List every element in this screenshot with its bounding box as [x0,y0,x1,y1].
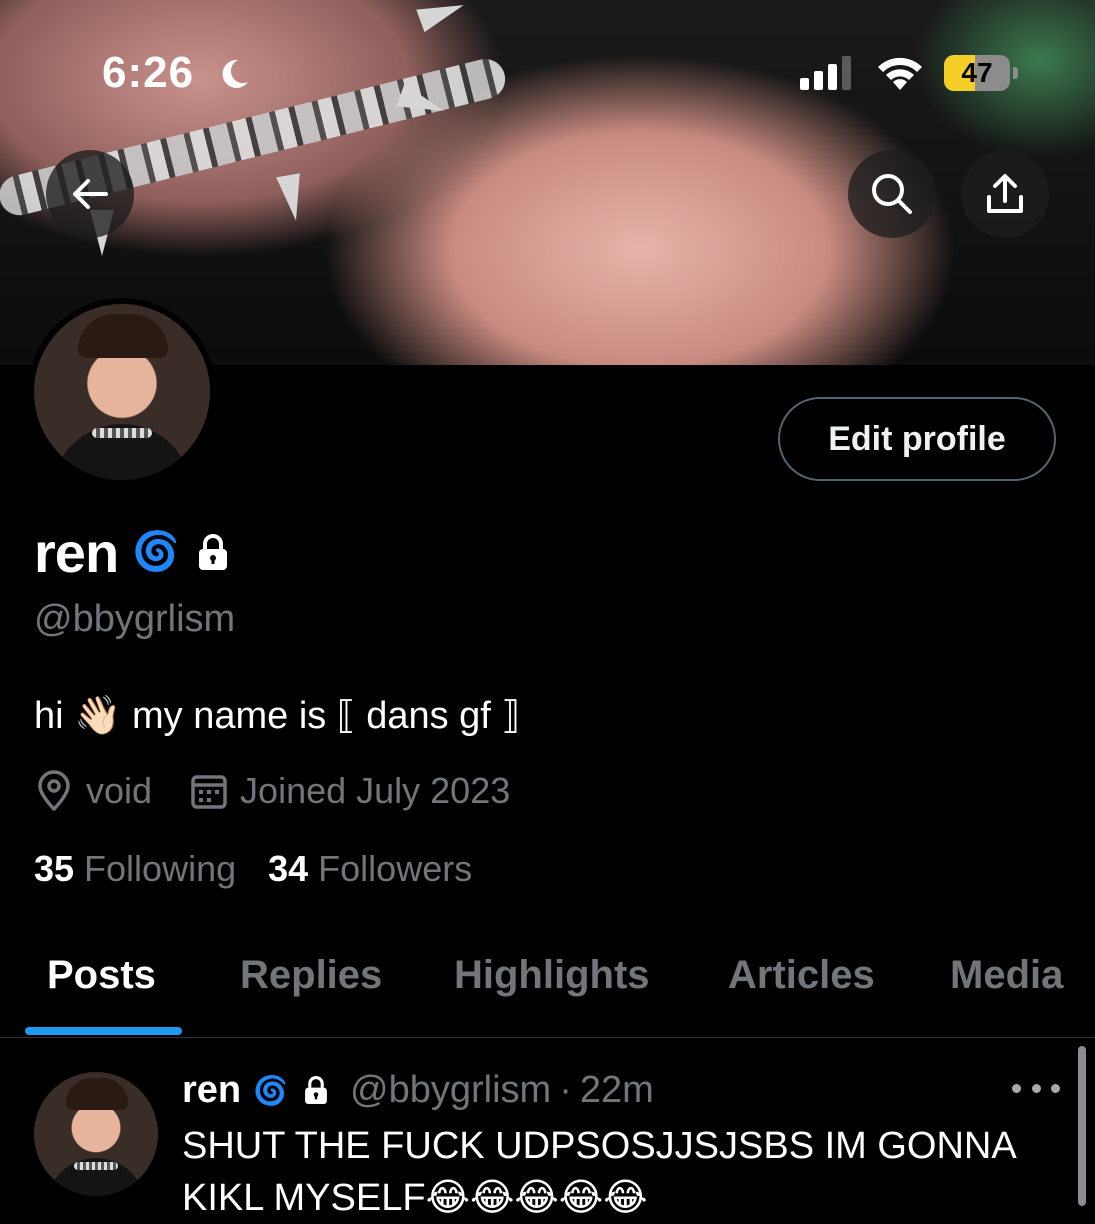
back-button[interactable] [46,150,134,238]
post-author-name[interactable]: ren [182,1069,241,1112]
edit-profile-button[interactable]: Edit profile [778,397,1056,481]
search-button[interactable] [848,150,936,238]
tab-replies[interactable]: Replies [240,953,382,998]
post-timestamp[interactable]: 22m [580,1069,654,1112]
spiral-emoji: 🌀 [253,1074,289,1106]
status-bar: 6:26 47 [0,0,1095,140]
search-icon [872,174,912,214]
banner-spike-decoration [276,173,308,223]
location-pin-icon [38,770,70,811]
profile-meta: void Joined July 2023 [34,768,510,814]
following-label: Following [84,848,237,889]
profile-name-row: ren 🌀 [34,520,231,584]
post-separator: · [559,1068,572,1111]
display-name: ren [34,520,119,584]
following-link[interactable]: 35 Following [34,848,236,890]
post-author-handle[interactable]: @bbygrlism [350,1069,551,1112]
post-more-options-button[interactable] [1012,1074,1060,1102]
tab-highlights[interactable]: Highlights [454,953,650,998]
profile-avatar[interactable] [28,298,216,486]
scrollbar[interactable] [1078,1046,1086,1206]
tab-media[interactable]: Media [950,953,1063,998]
profile-location: void [86,770,153,811]
profile-joined-date: Joined July 2023 [240,770,511,811]
calendar-icon [191,775,227,809]
share-button[interactable] [961,150,1049,238]
post-text: SHUT THE FUCK UDPSOSJJSJSBS IM GONNA KIK… [182,1125,1015,1219]
cellular-signal-icon [800,56,851,90]
moon-icon [222,59,248,88]
tab-posts[interactable]: Posts [47,953,156,998]
follow-stats: 35 Following 34 Followers [34,848,472,890]
share-icon [987,174,1023,213]
tab-articles[interactable]: Articles [728,953,875,998]
wifi-icon [878,57,922,90]
profile-bio: hi 👋🏻 my name is ⟦ dans gf ⟧ [34,695,521,737]
spiral-emoji: 🌀 [132,531,180,573]
followers-count: 34 [268,848,309,889]
following-count: 35 [34,848,75,889]
active-tab-indicator [25,1027,182,1035]
profile-tabs: Posts Replies Highlights Articles Media [0,935,1095,1038]
battery-indicator: 47 [944,55,1020,91]
arrow-left-icon [73,179,108,209]
followers-label: Followers [318,848,473,889]
post-avatar[interactable] [34,1072,158,1196]
post-header: ren 🌀 @bbygrlism · 22m [182,1064,654,1116]
status-time: 6:26 [102,48,195,97]
followers-link[interactable]: 34 Followers [268,848,472,890]
battery-level: 47 [961,57,993,88]
profile-handle: @bbygrlism [34,598,236,640]
lock-icon [305,1076,327,1104]
lock-icon [199,534,228,570]
